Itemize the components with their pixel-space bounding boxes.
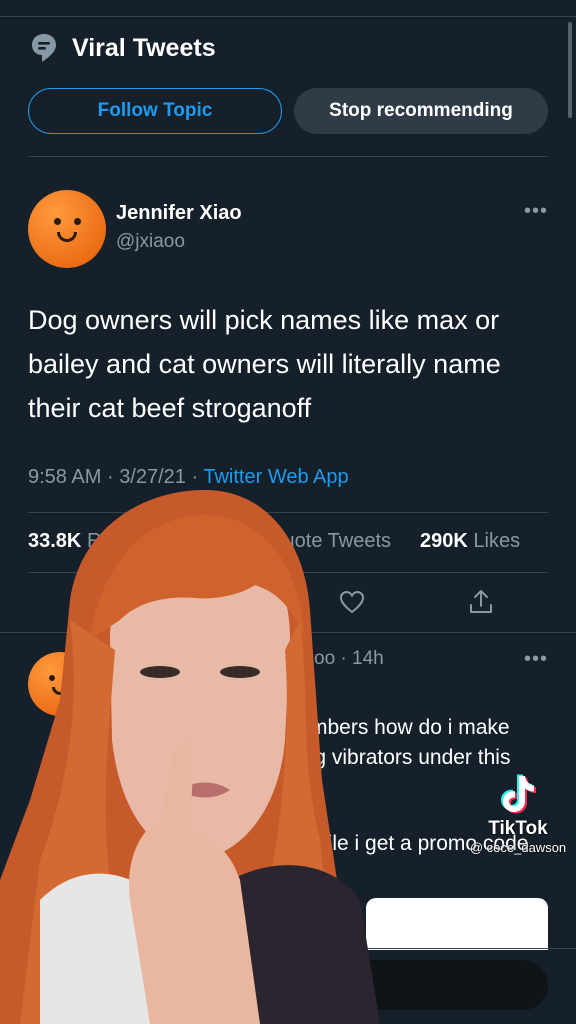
topic-icon xyxy=(32,34,56,62)
tweet-bottom-divider xyxy=(0,632,576,633)
topic-title: Viral Tweets xyxy=(72,33,216,62)
reply-more-options-icon[interactable]: ••• xyxy=(524,648,548,671)
tweet-meta: 9:58 AM · 3/27/21 · Twitter Web App xyxy=(28,466,349,489)
retweets-count: 33.8K xyxy=(28,530,82,552)
more-options-icon[interactable]: ••• xyxy=(524,200,548,223)
topic-header: Viral Tweets xyxy=(30,32,216,64)
avatar-eye-left xyxy=(49,675,55,681)
retweets-label: R xyxy=(86,530,102,552)
reply-text-line: ing vibrators under this xyxy=(298,746,511,769)
reply-meta: oo · 14h xyxy=(314,648,384,669)
reply-media-card[interactable] xyxy=(366,898,548,950)
top-divider xyxy=(0,16,576,17)
likes-label: Likes xyxy=(473,530,521,552)
author-name[interactable]: Jennifer Xiao xyxy=(116,202,242,225)
avatar[interactable] xyxy=(28,190,106,268)
likes-stat[interactable]: 290K Likes xyxy=(420,530,520,553)
avatar-eye-right xyxy=(66,675,72,681)
retweets-stat[interactable]: 33.8K R xyxy=(28,530,101,553)
tiktok-watermark: TikTok @ cece_dawson xyxy=(460,772,576,855)
bottom-reply-bar[interactable] xyxy=(340,960,548,1010)
follow-topic-button[interactable]: Follow Topic xyxy=(28,88,282,134)
author-handle[interactable]: @jxiaoo xyxy=(116,231,185,253)
scrollbar[interactable] xyxy=(568,22,572,118)
tiktok-brand: TikTok xyxy=(488,818,548,839)
tiktok-logo-icon xyxy=(501,774,536,814)
stop-recommending-button[interactable]: Stop recommending xyxy=(294,88,548,134)
tweet-text: Dog owners will pick names like max or b… xyxy=(28,305,501,423)
meta-divider xyxy=(28,512,548,513)
meta-separator: · xyxy=(106,466,114,488)
tweet-time: 9:58 AM xyxy=(28,466,102,488)
bottom-divider xyxy=(340,948,576,949)
quote-tweets-stat[interactable]: Quote Tweets xyxy=(268,530,391,553)
reply-avatar[interactable] xyxy=(28,652,92,716)
avatar-eye-right xyxy=(74,218,81,225)
share-icon[interactable] xyxy=(467,588,495,616)
tiktok-username: @ cece_dawson xyxy=(469,840,567,855)
avatar-mouth xyxy=(57,232,77,242)
likes-count: 290K xyxy=(420,530,468,552)
avatar-mouth xyxy=(52,687,68,695)
reply-text-line: mbers how do i make xyxy=(310,716,510,739)
stats-divider xyxy=(28,572,548,573)
meta-separator: · xyxy=(191,466,199,488)
tweet-date: 3/27/21 xyxy=(119,466,186,488)
like-heart-icon[interactable] xyxy=(338,588,366,616)
avatar-eye-left xyxy=(54,218,61,225)
tweet-client-link[interactable]: Twitter Web App xyxy=(203,466,348,488)
quote-tweets-label: Quote Tweets xyxy=(268,530,392,552)
header-divider xyxy=(28,156,548,157)
